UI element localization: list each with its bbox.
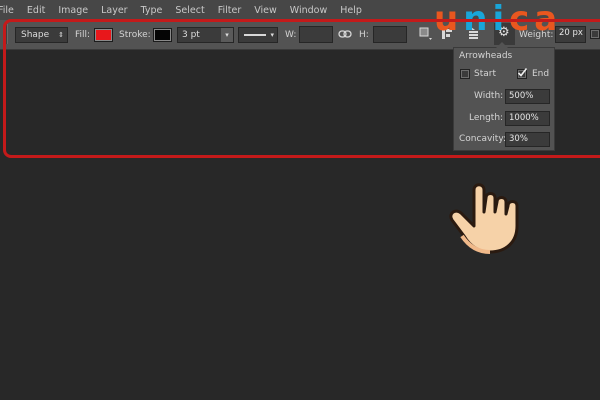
- arrowhead-width-input[interactable]: 500%: [505, 89, 550, 104]
- concavity-input[interactable]: 30%: [505, 132, 550, 147]
- end-label: End: [532, 69, 550, 79]
- menu-file[interactable]: File: [0, 5, 14, 16]
- end-checkbox[interactable]: [517, 68, 528, 79]
- menu-image[interactable]: Image: [58, 5, 88, 16]
- start-checkbox[interactable]: [460, 69, 470, 79]
- arrowheads-panel: Arrowheads Start End Width: 500% Length:…: [453, 42, 555, 151]
- width-percent-label: Width:: [474, 91, 504, 101]
- menu-edit[interactable]: Edit: [27, 5, 45, 16]
- menu-view[interactable]: View: [254, 5, 277, 16]
- menu-layer[interactable]: Layer: [101, 5, 128, 16]
- arrowhead-length-input[interactable]: 1000%: [505, 111, 550, 126]
- checkmark-icon: [517, 68, 528, 77]
- menu-help[interactable]: Help: [340, 5, 362, 16]
- menu-select[interactable]: Select: [175, 5, 204, 16]
- pointing-hand-icon: [449, 183, 519, 254]
- length-label: Length:: [469, 113, 504, 123]
- menu-type[interactable]: Type: [141, 5, 163, 16]
- menu-window[interactable]: Window: [290, 5, 327, 16]
- start-label: Start: [474, 69, 496, 79]
- menu-filter[interactable]: Filter: [218, 5, 242, 16]
- arrowheads-title: Arrowheads: [459, 51, 513, 61]
- concavity-label: Concavity:: [459, 134, 507, 144]
- popup-caret: [496, 42, 508, 48]
